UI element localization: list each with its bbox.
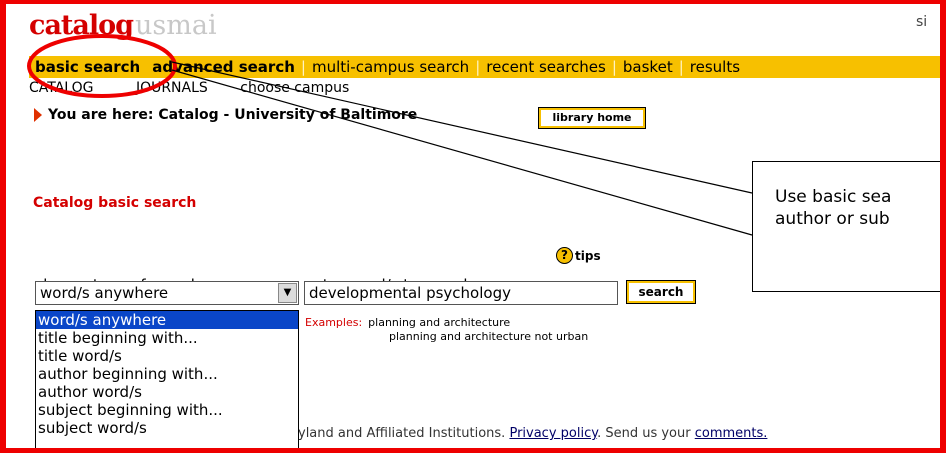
- option-author-words[interactable]: author word/s: [36, 383, 298, 401]
- tab-recent-searches[interactable]: recent searches: [480, 58, 612, 76]
- library-home-label: library home: [541, 110, 643, 126]
- example-1: planning and architecture: [368, 316, 511, 329]
- search-button-label: search: [629, 283, 693, 301]
- tips-label: tips: [575, 248, 601, 263]
- search-button[interactable]: search: [626, 280, 696, 304]
- footer: yland and Affiliated Institutions. Priva…: [298, 426, 767, 441]
- arrow-right-icon: [34, 108, 42, 122]
- search-examples: Examples: planning and architecture plann…: [305, 316, 588, 343]
- privacy-policy-link[interactable]: Privacy policy: [509, 426, 597, 441]
- callout-box: Use basic sea author or sub: [752, 161, 946, 292]
- callout-text: Use basic sea author or sub: [775, 186, 891, 230]
- examples-label: Examples:: [305, 316, 363, 329]
- option-word-anywhere[interactable]: word/s anywhere: [36, 311, 298, 329]
- callout-line-1: Use basic sea: [775, 187, 892, 207]
- footer-text: yland and Affiliated Institutions.: [298, 426, 510, 441]
- breadcrumb: You are here: Catalog - University of Ba…: [34, 107, 417, 123]
- option-subject-words[interactable]: subject word/s: [36, 419, 298, 437]
- main-nav-bar: basic search advanced search | multi-cam…: [29, 56, 940, 78]
- subnav-journals-link[interactable]: JOURNALS: [136, 80, 208, 96]
- tips-link[interactable]: ? tips: [556, 247, 601, 264]
- page-title: Catalog basic search: [33, 195, 197, 211]
- sub-nav: CATALOG JOURNALS choose campus: [29, 80, 365, 96]
- tab-basic-search[interactable]: basic search: [29, 58, 146, 76]
- cut-off-link[interactable]: si: [916, 14, 927, 30]
- library-home-button[interactable]: library home: [538, 107, 646, 129]
- option-title-words[interactable]: title word/s: [36, 347, 298, 365]
- search-input-box[interactable]: [304, 281, 618, 305]
- search-type-dropdown-list[interactable]: word/s anywhere title beginning with... …: [35, 310, 299, 450]
- breadcrumb-text: You are here: Catalog - University of Ba…: [48, 107, 418, 123]
- catalog-usmai-logo[interactable]: catalogusmai: [29, 10, 217, 46]
- tab-multi-campus-search[interactable]: multi-campus search: [306, 58, 475, 76]
- tab-advanced-search[interactable]: advanced search: [146, 58, 301, 76]
- search-input[interactable]: [305, 282, 617, 304]
- search-type-value: word/s anywhere: [40, 284, 169, 302]
- tab-basket[interactable]: basket: [617, 58, 679, 76]
- chevron-down-icon[interactable]: ▼: [278, 283, 297, 303]
- logo-usmai-text: usmai: [135, 10, 217, 41]
- search-type-select[interactable]: word/s anywhere ▼: [35, 281, 299, 305]
- subnav-choose-campus-link[interactable]: choose campus: [240, 80, 349, 96]
- option-subject-beginning[interactable]: subject beginning with...: [36, 401, 298, 419]
- subnav-catalog-link[interactable]: CATALOG: [29, 80, 93, 96]
- question-icon: ?: [556, 247, 573, 264]
- callout-line-2: author or sub: [775, 209, 890, 229]
- example-2: planning and architecture not urban: [389, 330, 589, 343]
- footer-text-middle: . Send us your: [597, 426, 695, 441]
- option-author-beginning[interactable]: author beginning with...: [36, 365, 298, 383]
- comments-link[interactable]: comments.: [695, 426, 768, 441]
- logo-catalog-text: catalog: [29, 10, 134, 41]
- tab-results[interactable]: results: [684, 58, 746, 76]
- option-title-beginning[interactable]: title beginning with...: [36, 329, 298, 347]
